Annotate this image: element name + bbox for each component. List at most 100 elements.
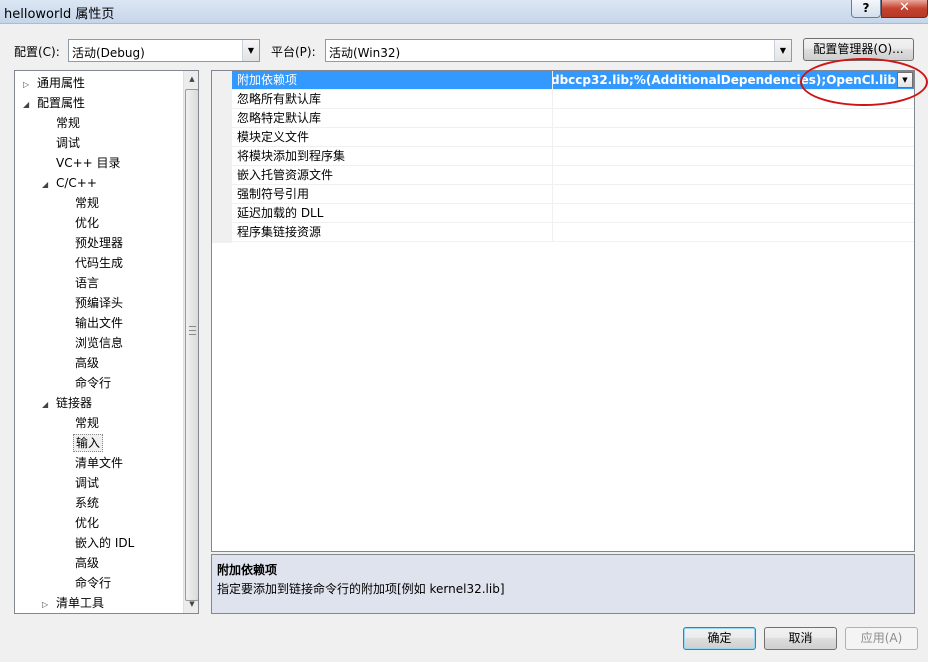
tree-item-label: 输出文件	[75, 316, 124, 330]
scroll-up-icon[interactable]: ▲	[184, 71, 198, 88]
tree-item[interactable]: 清单文件	[73, 453, 125, 473]
tree-item[interactable]: VC++ 目录	[54, 153, 123, 173]
property-row[interactable]: 程序集链接资源	[232, 223, 914, 242]
grip-icon	[189, 326, 196, 335]
tree-item[interactable]: 常规	[54, 113, 82, 133]
property-value[interactable]	[552, 90, 914, 108]
collapse-icon[interactable]: ◢	[23, 95, 35, 115]
property-name: 程序集链接资源	[237, 225, 322, 239]
scrollbar-thumb[interactable]	[185, 89, 198, 601]
config-select[interactable]: 活动(Debug) ▼	[68, 39, 260, 62]
expand-icon[interactable]: ▷	[23, 75, 35, 95]
platform-select[interactable]: 活动(Win32) ▼	[325, 39, 792, 62]
tree-item[interactable]: ▷ 清单工具	[42, 593, 106, 613]
property-value[interactable]: .lib;odbccp32.lib;%(AdditionalDependenci…	[552, 71, 914, 89]
property-name: 将模块添加到程序集	[237, 149, 346, 163]
property-row[interactable]: 延迟加载的 DLL	[232, 204, 914, 223]
property-name: 忽略特定默认库	[237, 111, 322, 125]
close-button[interactable]: ✕	[881, 0, 928, 18]
tree-item-label: 常规	[75, 196, 100, 210]
config-select-value: 活动(Debug)	[72, 46, 145, 60]
property-value[interactable]	[552, 147, 914, 165]
ok-button[interactable]: 确定	[683, 627, 756, 650]
description-title: 附加依赖项	[217, 563, 278, 577]
tree-item-label: 高级	[75, 556, 100, 570]
tree-item-label: 清单文件	[75, 456, 124, 470]
tree-item[interactable]: 语言	[73, 273, 101, 293]
tree-item[interactable]: 嵌入的 IDL	[73, 533, 136, 553]
property-row[interactable]: 嵌入托管资源文件	[232, 166, 914, 185]
tree-item[interactable]: 优化	[73, 513, 101, 533]
tree-item-label: 优化	[75, 516, 100, 530]
property-name: 嵌入托管资源文件	[237, 168, 334, 182]
tree-item[interactable]: ◢ 链接器	[42, 393, 94, 413]
tree-item-label: 预处理器	[75, 236, 124, 250]
platform-select-value: 活动(Win32)	[329, 46, 401, 60]
tree-item[interactable]: ◢ 配置属性	[23, 93, 87, 113]
property-value[interactable]	[552, 223, 914, 241]
property-grid[interactable]: 附加依赖项 .lib;odbccp32.lib;%(AdditionalDepen…	[211, 70, 915, 552]
window-title: helloworld 属性页	[4, 7, 115, 22]
property-name: 附加依赖项	[232, 71, 552, 89]
property-tree[interactable]: ▷ 通用属性 ◢ 配置属性 常规 调试 VC++ 目录 ◢ C/C++ 常规 优化 预处理器 代码生成语…	[14, 70, 199, 614]
tree-item-label: 链接器	[56, 396, 93, 410]
description-panel: 附加依赖项 指定要添加到链接命令行的附加项[例如 kernel32.lib]	[211, 554, 915, 614]
tree-item[interactable]: 输出文件	[73, 313, 125, 333]
chevron-down-icon[interactable]: ▼	[897, 72, 913, 88]
property-row[interactable]: 附加依赖项 .lib;odbccp32.lib;%(AdditionalDepen…	[232, 71, 914, 90]
tree-item[interactable]: 系统	[73, 493, 101, 513]
tree-item[interactable]: 优化	[73, 213, 101, 233]
help-button[interactable]: ?	[851, 0, 881, 18]
tree-item[interactable]: 命令行	[73, 573, 113, 593]
tree-item[interactable]: 高级	[73, 353, 101, 373]
expand-icon[interactable]: ▷	[42, 595, 54, 613]
tree-item-label: 高级	[75, 356, 100, 370]
tree-scrollbar[interactable]: ▲ ▼	[183, 71, 198, 613]
collapse-icon[interactable]: ◢	[42, 175, 54, 195]
scroll-down-icon[interactable]: ▼	[184, 596, 198, 613]
tree-item[interactable]: 高级	[73, 553, 101, 573]
tree-item-label: 命令行	[75, 376, 112, 390]
property-value[interactable]	[552, 109, 914, 127]
tree-item-label: 优化	[75, 216, 100, 230]
tree-item-label: 输入	[73, 434, 104, 452]
property-value[interactable]	[552, 128, 914, 146]
platform-label: 平台(P):	[271, 45, 316, 59]
collapse-icon[interactable]: ◢	[42, 395, 54, 415]
tree-item[interactable]: ▷ 通用属性	[23, 73, 87, 93]
config-label: 配置(C):	[14, 45, 60, 59]
property-row[interactable]: 忽略所有默认库	[232, 90, 914, 109]
tree-item[interactable]: 代码生成	[73, 253, 125, 273]
property-row[interactable]: 模块定义文件	[232, 128, 914, 147]
property-name: 模块定义文件	[237, 130, 310, 144]
property-row[interactable]: 忽略特定默认库	[232, 109, 914, 128]
tree-item-label: 常规	[56, 116, 81, 130]
property-value[interactable]	[552, 185, 914, 203]
property-value[interactable]	[552, 166, 914, 184]
property-name: 忽略所有默认库	[237, 92, 322, 106]
tree-item[interactable]: 命令行	[73, 373, 113, 393]
tree-item[interactable]: 浏览信息	[73, 333, 125, 353]
tree-item[interactable]: ◢ C/C++	[42, 173, 99, 193]
tree-item[interactable]: 常规	[73, 413, 101, 433]
property-name: 强制符号引用	[237, 187, 310, 201]
property-row[interactable]: 强制符号引用	[232, 185, 914, 204]
cancel-button[interactable]: 取消	[764, 627, 837, 650]
tree-item[interactable]: 常规	[73, 193, 101, 213]
tree-item[interactable]: 预处理器	[73, 233, 125, 253]
tree-item-label: 命令行	[75, 576, 112, 590]
chevron-down-icon: ▼	[242, 40, 259, 61]
property-row[interactable]: 将模块添加到程序集	[232, 147, 914, 166]
tree-item[interactable]: 预编译头	[73, 293, 125, 313]
tree-item[interactable]: 输入	[73, 433, 104, 453]
chevron-down-icon: ▼	[774, 40, 791, 61]
tree-item-label: 调试	[75, 476, 100, 490]
configuration-manager-button[interactable]: 配置管理器(O)...	[803, 38, 914, 61]
tree-item[interactable]: 调试	[54, 133, 82, 153]
description-text: 指定要添加到链接命令行的附加项[例如 kernel32.lib]	[217, 582, 505, 596]
title-bar: helloworld 属性页 ? ✕	[0, 0, 928, 24]
apply-button[interactable]: 应用(A)	[845, 627, 918, 650]
property-value[interactable]	[552, 204, 914, 222]
tree-item[interactable]: 调试	[73, 473, 101, 493]
tree-item-label: 清单工具	[56, 596, 105, 610]
